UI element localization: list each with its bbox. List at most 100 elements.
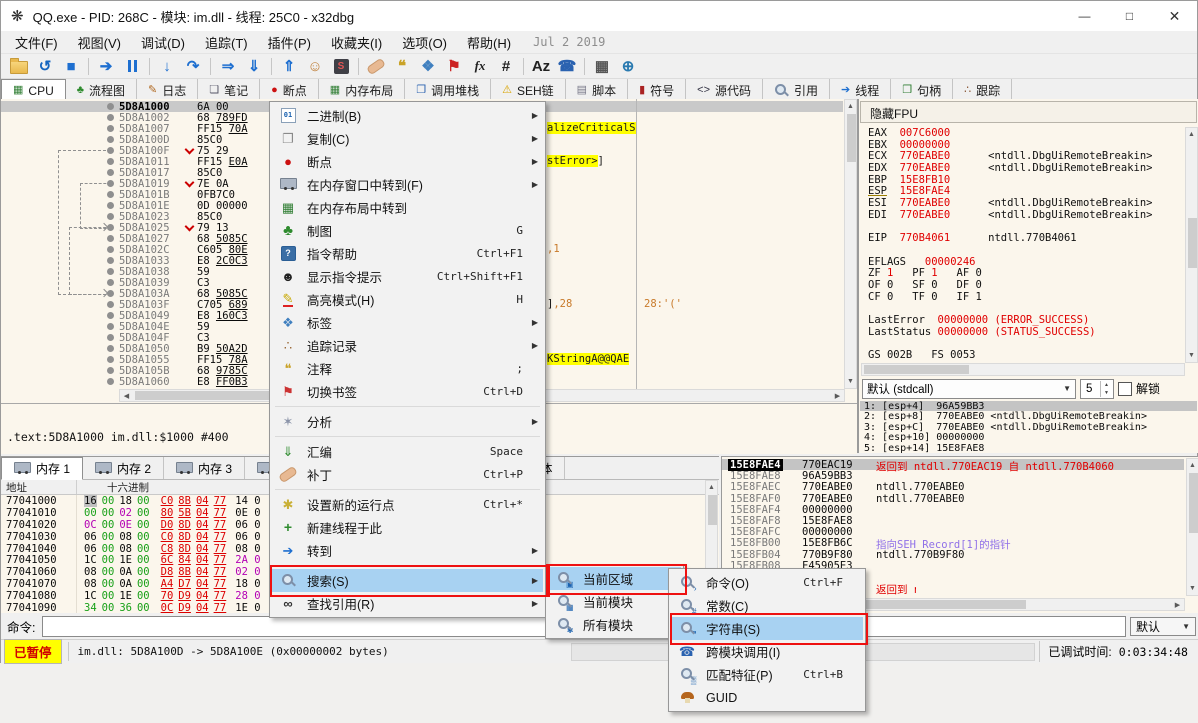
breakpoint-dot[interactable] xyxy=(107,224,114,231)
breakpoint-dot[interactable] xyxy=(107,191,114,198)
stack-row[interactable]: 15E8FAEC770EABE0ntdll.770EABE0 xyxy=(722,481,1184,492)
labels-button[interactable]: ❖ xyxy=(415,55,441,77)
scroll-up-icon[interactable]: ▲ xyxy=(1185,128,1198,141)
menu-item-在内存窗口中转到(F)[interactable]: 在内存窗口中转到(F)▶ xyxy=(272,173,543,196)
tab-内存布局[interactable]: ▦内存布局 xyxy=(319,79,405,101)
register-line[interactable]: ESI 770EABE0 <ntdll.DbgUiRemoteBreakin> xyxy=(859,197,1183,209)
menubar-item[interactable]: 追踪(T) xyxy=(195,31,258,54)
menu-item-复制(C)[interactable]: ❐复制(C)▶ xyxy=(272,127,543,150)
menu-item-注释[interactable]: ❝注释; xyxy=(272,357,543,380)
menu-item-显示指令提示[interactable]: ☻显示指令提示Ctrl+Shift+F1 xyxy=(272,265,543,288)
breakpoint-dot[interactable] xyxy=(107,356,114,363)
registers-hscrollbar[interactable] xyxy=(861,363,1185,376)
stack-argument-row[interactable]: 5: [esp+14] 15E8FAE8 xyxy=(860,443,1197,453)
cross-module-button[interactable]: ☎ xyxy=(554,55,580,77)
dump-tab-内存 1[interactable]: 内存 1 xyxy=(1,457,83,480)
register-line[interactable] xyxy=(859,302,1183,314)
calling-convention-dropdown[interactable]: 默认 (stdcall) ▼ xyxy=(862,379,1076,399)
menu-item-当前模块[interactable]: ▦当前模块▶ xyxy=(548,590,681,613)
menubar-item[interactable]: 文件(F) xyxy=(5,31,68,54)
breakpoint-dot[interactable] xyxy=(107,312,114,319)
stack-row[interactable]: 15E8FAE896A59BB3 xyxy=(722,470,1184,481)
breakpoint-dot[interactable] xyxy=(107,169,114,176)
register-line[interactable]: LastError 00000000 (ERROR_SUCCESS) xyxy=(859,314,1183,326)
bookmarks-button[interactable]: ⚑ xyxy=(441,55,467,77)
tab-笔记[interactable]: ❏笔记 xyxy=(198,79,260,101)
scroll-up-icon[interactable]: ▲ xyxy=(705,481,718,494)
register-line[interactable]: EBP 15E8FB10 xyxy=(859,174,1183,186)
tab-断点[interactable]: ●断点 xyxy=(260,79,319,101)
stack-argument-row[interactable]: 4: [esp+10] 00000000 xyxy=(860,432,1197,442)
case-button[interactable]: Az xyxy=(528,55,554,77)
menu-item-汇编[interactable]: ⇓汇编Space xyxy=(272,440,543,463)
register-line[interactable]: EFLAGS 00000246 xyxy=(859,256,1183,268)
comments-button[interactable]: ❝ xyxy=(389,55,415,77)
breakpoint-dot[interactable] xyxy=(107,158,114,165)
disasm-vscrollbar[interactable]: ▲ ▼ xyxy=(844,99,857,389)
register-line[interactable]: EAX 007C6000 xyxy=(859,127,1183,139)
breakpoint-dot[interactable] xyxy=(107,378,114,385)
stack-row[interactable]: 15E8FAFC00000000 xyxy=(722,526,1184,537)
scroll-down-icon[interactable]: ▼ xyxy=(1185,349,1198,362)
tab-SEH链[interactable]: ⚠SEH链 xyxy=(491,79,566,101)
register-line[interactable]: EIP 770B4061 ntdll.770B4061 xyxy=(859,232,1183,244)
close-button[interactable]: ✕ xyxy=(1152,1,1197,31)
tab-符号[interactable]: ▮符号 xyxy=(628,79,686,101)
tab-线程[interactable]: ➔线程 xyxy=(830,79,891,101)
menubar-item[interactable]: 收藏夹(I) xyxy=(321,31,392,54)
menu-item-GUID[interactable]: GUID xyxy=(671,686,863,709)
globe-button[interactable]: ⊕ xyxy=(615,55,641,77)
maximize-button[interactable]: □ xyxy=(1107,1,1152,31)
menu-item-字符串(S)[interactable]: ❞字符串(S) xyxy=(671,617,863,640)
registers-panel[interactable]: 隐藏FPU EAX 007C6000EBX 00000000ECX 770EAB… xyxy=(858,99,1198,453)
scroll-down-icon[interactable]: ▼ xyxy=(844,375,857,388)
command-profile-dropdown[interactable]: 默认 ▼ xyxy=(1130,617,1196,636)
register-line[interactable]: EBX 00000000 xyxy=(859,139,1183,151)
breakpoint-dot[interactable] xyxy=(107,136,114,143)
tab-源代码[interactable]: <>源代码 xyxy=(686,79,763,101)
register-line[interactable]: ZF 1 PF 1 AF 0 xyxy=(859,267,1183,279)
breakpoint-dot[interactable] xyxy=(107,114,114,121)
menu-item-当前区域[interactable]: ▣当前区域▶ xyxy=(548,567,681,590)
menu-item-新建线程于此[interactable]: +新建线程于此 xyxy=(272,516,543,539)
menu-item-补丁[interactable]: 补丁Ctrl+P xyxy=(272,463,543,486)
breakpoint-dot[interactable] xyxy=(107,202,114,209)
attach-button[interactable]: ☺ xyxy=(302,55,328,77)
menu-item-匹配特征(P)[interactable]: ▒匹配特征(P)Ctrl+B xyxy=(671,663,863,686)
calculator-button[interactable]: ▦ xyxy=(589,55,615,77)
step-out-button[interactable]: ⇓ xyxy=(241,55,267,77)
menu-item-指令帮助[interactable]: ?指令帮助Ctrl+F1 xyxy=(272,242,543,265)
restart-button[interactable]: ↺ xyxy=(32,55,58,77)
scroll-up-icon[interactable]: ▲ xyxy=(1186,459,1198,472)
registers-vscrollbar[interactable]: ▲ ▼ xyxy=(1185,127,1198,363)
menubar-item[interactable]: 帮助(H) xyxy=(457,31,521,54)
hide-fpu-button[interactable]: 隐藏FPU xyxy=(860,101,1197,123)
menu-item-常数(C)[interactable]: #常数(C) xyxy=(671,594,863,617)
menubar-item[interactable]: 调试(D) xyxy=(131,31,195,54)
stack-row[interactable]: 15E8FAF400000000 xyxy=(722,504,1184,515)
breakpoint-dot[interactable] xyxy=(107,213,114,220)
register-line[interactable] xyxy=(859,337,1183,349)
stack-row[interactable]: 15E8FAF0770EABE0ntdll.770EABE0 xyxy=(722,493,1184,504)
scroll-up-icon[interactable]: ▲ xyxy=(844,100,857,113)
menu-item-高亮模式(H)[interactable]: ✎高亮模式(H)H xyxy=(272,288,543,311)
unlock-checkbox[interactable] xyxy=(1118,382,1132,396)
register-line[interactable]: EDI 770EABE0 <ntdll.DbgUiRemoteBreakin> xyxy=(859,209,1183,221)
breakpoint-dot[interactable] xyxy=(107,125,114,132)
menubar-item[interactable]: 视图(V) xyxy=(68,31,131,54)
menubar-item[interactable]: 选项(O) xyxy=(392,31,457,54)
breakpoint-dot[interactable] xyxy=(107,367,114,374)
tab-跟踪[interactable]: ∴跟踪 xyxy=(953,79,1012,101)
scroll-left-icon[interactable]: ◀ xyxy=(120,389,133,402)
stack-argument-row[interactable]: 3: [esp+C] 770EABE0 <ntdll.DbgUiRemoteBr… xyxy=(860,422,1197,432)
spinner-arrows-icon[interactable]: ▲▼ xyxy=(1100,381,1112,397)
stack-argument-row[interactable]: 1: [esp+4] 96A59BB3 xyxy=(860,401,1197,411)
menu-item-切换书签[interactable]: ⚑切换书签Ctrl+D xyxy=(272,380,543,403)
breakpoint-dot[interactable] xyxy=(107,279,114,286)
breakpoint-dot[interactable] xyxy=(107,103,114,110)
seh-tile-button[interactable]: S xyxy=(328,55,354,77)
patch-button[interactable] xyxy=(363,55,389,77)
breakpoint-dot[interactable] xyxy=(107,147,114,154)
stack-row[interactable]: 15E8FAE4770EAC19返回到 ntdll.770EAC19 自 ntd… xyxy=(722,459,1184,470)
register-line[interactable]: CF 0 TF 0 IF 1 xyxy=(859,291,1183,303)
